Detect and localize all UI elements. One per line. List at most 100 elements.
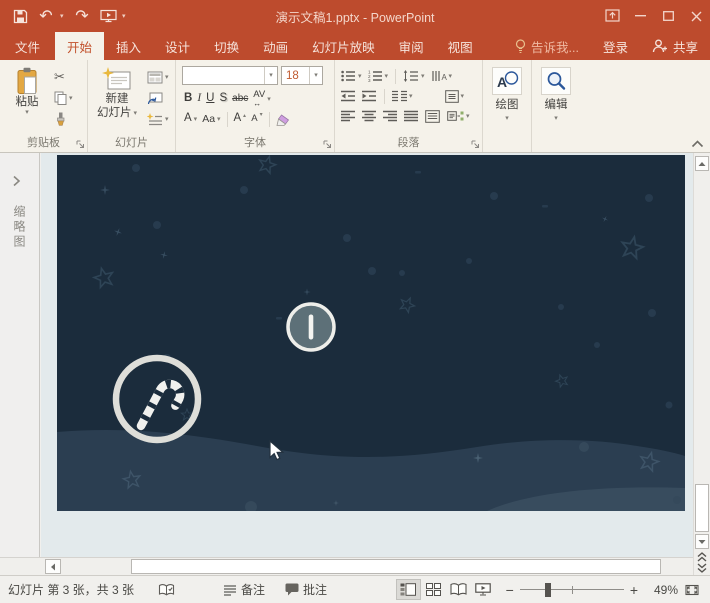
align-text-button[interactable]: ▾ [443,87,467,105]
tab-review[interactable]: 审阅 [387,32,436,60]
distribute-columns-button[interactable] [423,107,442,125]
slide-layout-button[interactable]: ▾ [145,68,171,86]
shrink-font-button[interactable]: A▾ [249,110,264,128]
collapse-ribbon-button[interactable] [691,140,704,148]
strikethrough-button[interactable]: abc [230,90,250,108]
close-icon[interactable] [682,0,710,32]
paste-button[interactable]: 粘贴 ▾ [5,67,49,116]
tab-slideshow[interactable]: 幻灯片放映 [300,32,387,60]
reset-slide-button[interactable] [145,89,171,107]
slide-canvas[interactable] [57,155,685,511]
font-dialog-launcher[interactable] [323,140,332,149]
bold-button[interactable]: B [182,90,194,108]
paste-icon [15,67,39,95]
align-left-button[interactable] [339,107,357,125]
decrease-indent-button[interactable] [339,87,358,105]
decrease-indent-icon [341,90,356,102]
zoom-out-button[interactable]: − [506,582,514,598]
character-spacing-button[interactable]: AV↔ ▾ [251,90,272,108]
customize-toolbar-caret[interactable]: ▾ [122,12,130,20]
tab-file[interactable]: 文件 [0,32,55,60]
tab-insert[interactable]: 插入 [104,32,153,60]
scroll-left-icon[interactable] [45,559,61,574]
previous-slide-icon[interactable] [695,551,709,562]
next-slide-icon[interactable] [695,562,709,573]
copy-button[interactable]: ▾ [52,89,75,107]
justify-button[interactable] [402,107,420,125]
fit-to-window-icon[interactable] [684,583,700,597]
zoom-percentage[interactable]: 49% [642,583,678,597]
tab-transitions[interactable]: 切换 [202,32,251,60]
line-spacing-button[interactable]: ▾ [401,67,427,85]
share-button[interactable]: 共享 [640,32,710,60]
spell-check-icon[interactable] [158,583,175,597]
paragraph-dialog-launcher[interactable] [471,140,480,149]
save-icon[interactable] [8,3,32,29]
ribbon-display-options-icon[interactable] [598,0,626,32]
vertical-scroll-thumb[interactable] [695,484,709,532]
thumbnail-pane[interactable]: 缩略图 [0,153,40,557]
tell-me-box[interactable]: 告诉我... [503,32,591,60]
horizontal-scroll-thumb[interactable] [131,559,661,574]
dropdown-caret: ▾ [385,73,389,80]
vertical-scrollbar[interactable] [693,153,710,575]
comments-toggle[interactable]: 批注 [285,581,327,598]
font-size-combo[interactable]: 18 ▾ [281,66,323,85]
maximize-icon[interactable] [654,0,682,32]
window-title: 演示文稿1.pptx - PowerPoint [275,0,434,32]
clipboard-dialog-launcher[interactable] [76,140,85,149]
underline-button[interactable]: U [204,90,216,108]
tab-view[interactable]: 视图 [436,32,485,60]
start-slideshow-icon[interactable] [96,3,120,29]
scroll-down-icon[interactable] [695,534,709,549]
columns-button[interactable]: ▾ [390,87,415,105]
cut-button[interactable]: ✂ [52,68,75,86]
scroll-up-icon[interactable] [695,156,709,171]
clear-formatting-button[interactable] [274,110,292,128]
text-shadow-button[interactable]: S [217,90,229,108]
change-case-button[interactable]: Aa▾ [200,110,222,128]
section-icon [147,113,163,126]
align-center-button[interactable] [360,107,378,125]
new-slide-icon [102,67,132,92]
drawing-button[interactable]: A 绘图 ▾ [483,67,531,122]
convert-to-smartart-button[interactable]: ▾ [445,107,472,125]
text-direction-button[interactable]: A ▾ [429,67,455,85]
reading-view-button[interactable] [446,579,471,600]
increase-indent-button[interactable] [360,87,379,105]
tab-home[interactable]: 开始 [55,32,104,60]
drawing-icon: A [492,67,522,95]
grow-font-button[interactable]: A▾ [232,110,249,128]
tab-animations[interactable]: 动画 [251,32,300,60]
slide-sorter-view-button[interactable] [421,579,446,600]
zoom-in-button[interactable]: + [630,582,638,598]
zoom-slider-thumb[interactable] [545,583,551,597]
slideshow-view-button[interactable] [471,579,496,600]
bullets-button[interactable]: ▾ [339,67,364,85]
undo-dropdown-caret[interactable]: ▾ [60,12,68,20]
section-button[interactable]: ▾ [145,110,171,128]
numbering-icon: 123 [368,70,383,82]
sign-in-button[interactable]: 登录 [591,32,640,60]
format-painter-button[interactable] [52,110,75,128]
italic-button[interactable]: I [195,90,203,108]
ribbon-group-drawing: A 绘图 ▾ [483,60,532,152]
font-color-button[interactable]: A▾ [182,110,199,128]
font-name-combo[interactable]: ▾ [182,66,278,85]
expand-pane-chevron-icon[interactable] [12,175,21,187]
editing-button[interactable]: 编辑 ▾ [532,67,580,122]
new-slide-button[interactable]: 新建 幻灯片 ▾ [91,67,143,121]
align-right-button[interactable] [381,107,399,125]
numbering-button[interactable]: 123 ▾ [366,67,391,85]
normal-view-button[interactable] [396,579,421,600]
minimize-icon[interactable] [626,0,654,32]
cut-icon: ✂ [54,69,65,85]
zoom-slider[interactable] [520,582,624,598]
ribbon: 粘贴 ▾ ✂ ▾ 剪贴板 新建 [0,60,710,153]
undo-icon[interactable]: ↶ [34,3,58,29]
notes-toggle[interactable]: 备注 [223,581,265,598]
redo-icon[interactable]: ↷ [70,3,94,29]
horizontal-scrollbar[interactable] [0,557,693,575]
candle-badge[interactable] [288,304,334,350]
tab-design[interactable]: 设计 [153,32,202,60]
